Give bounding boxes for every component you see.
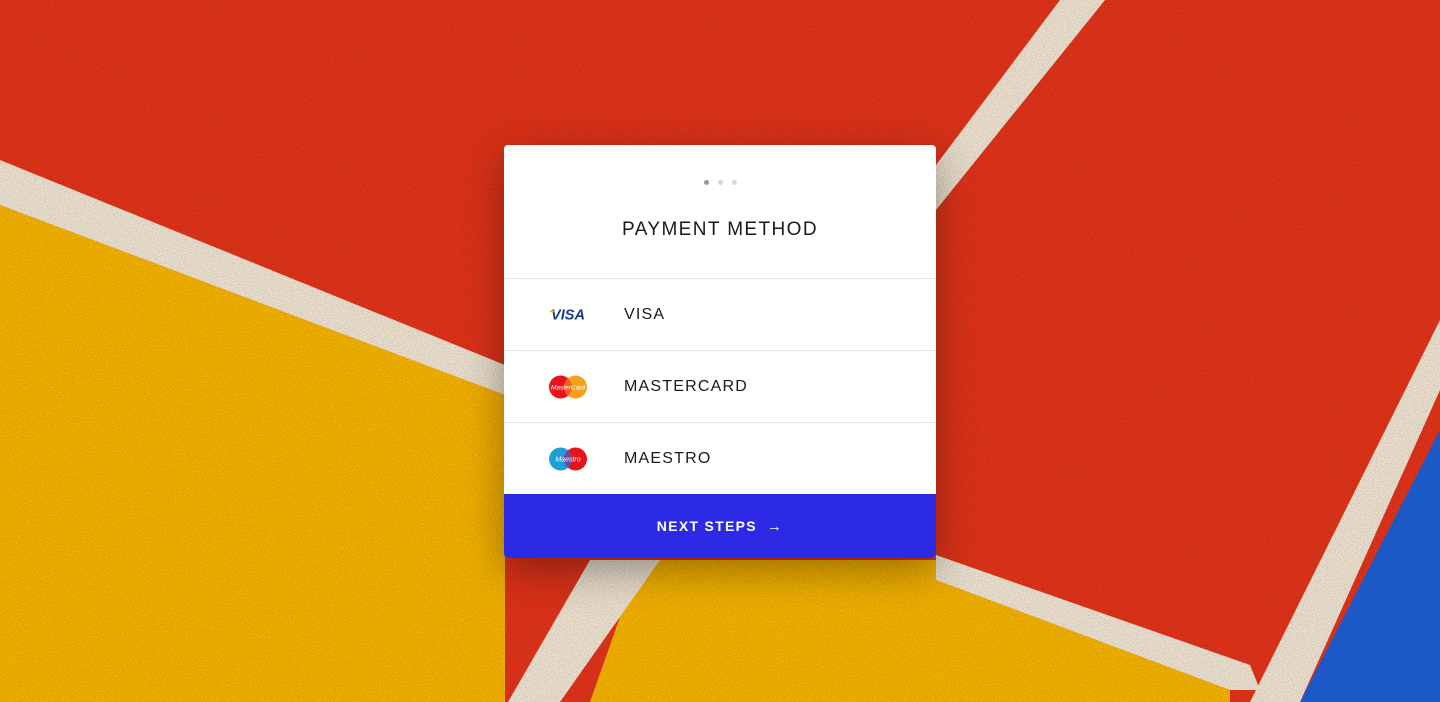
payment-method-list: VISA VISA MasterCard MASTERCARD Maestro … (504, 278, 936, 494)
payment-option-label: MAESTRO (624, 449, 712, 467)
step-indicator (504, 180, 936, 185)
maestro-logo-icon: Maestro (548, 447, 588, 471)
payment-option-visa[interactable]: VISA VISA (504, 278, 936, 350)
step-dot-1 (703, 180, 709, 185)
mastercard-logo-text: MasterCard (551, 384, 585, 391)
step-dot-2 (717, 180, 723, 185)
next-steps-button[interactable]: NEXT STEPS → (504, 494, 936, 558)
maestro-logo-text: Maestro (555, 456, 580, 463)
mastercard-logo-icon: MasterCard (548, 375, 588, 399)
arrow-right-icon: → (766, 517, 784, 535)
visa-logo-text: VISA (551, 307, 585, 323)
page-title: PAYMENT METHOD (622, 219, 818, 240)
payment-option-maestro[interactable]: Maestro MAESTRO (504, 422, 936, 494)
payment-option-mastercard[interactable]: MasterCard MASTERCARD (504, 350, 936, 422)
next-steps-label: NEXT STEPS (656, 518, 757, 534)
payment-option-label: MASTERCARD (624, 377, 749, 395)
payment-option-label: VISA (624, 305, 666, 323)
step-dot-3 (731, 180, 737, 185)
payment-card: PAYMENT METHOD VISA VISA MasterCard MAST… (504, 145, 936, 558)
visa-logo-icon: VISA (548, 303, 588, 327)
